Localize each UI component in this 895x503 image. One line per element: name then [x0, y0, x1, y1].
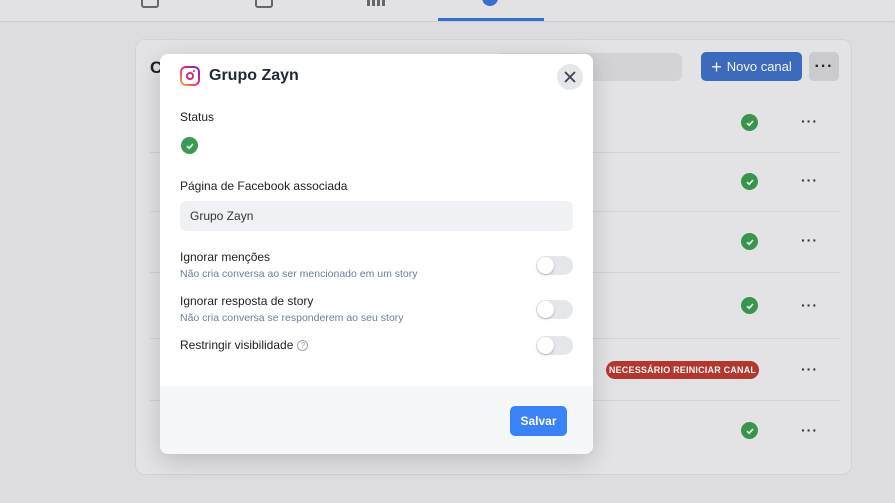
restrict-visibility-text: Restringir visibilidade	[180, 338, 294, 352]
ignore-story-reply-toggle[interactable]	[536, 300, 573, 319]
ignore-mentions-label: Ignorar menções	[180, 250, 271, 264]
help-icon[interactable]: ?	[297, 340, 309, 352]
ignore-mentions-toggle[interactable]	[536, 256, 573, 275]
facebook-page-field[interactable]	[180, 201, 573, 231]
channel-settings-modal: Grupo Zayn Status Página de Facebook ass…	[160, 54, 593, 454]
ignore-mentions-desc: Não cria conversa ao ser mencionado em u…	[180, 268, 418, 280]
ignore-story-reply-desc: Não cria conversa se responderem ao seu …	[180, 312, 404, 324]
status-ok-icon	[181, 137, 198, 154]
save-button[interactable]: Salvar	[510, 406, 567, 436]
status-label: Status	[180, 110, 215, 124]
facebook-page-label: Página de Facebook associada	[180, 179, 348, 193]
ignore-story-reply-label: Ignorar resposta de story	[180, 294, 314, 308]
modal-title: Grupo Zayn	[209, 67, 299, 84]
restrict-visibility-toggle[interactable]	[536, 336, 573, 355]
modal-footer: Salvar	[160, 386, 593, 454]
modal-header: Grupo Zayn	[180, 66, 299, 86]
close-icon	[564, 71, 576, 83]
close-button[interactable]	[557, 64, 583, 90]
restrict-visibility-label: Restringir visibilidade?	[180, 338, 309, 352]
instagram-icon	[180, 66, 200, 86]
